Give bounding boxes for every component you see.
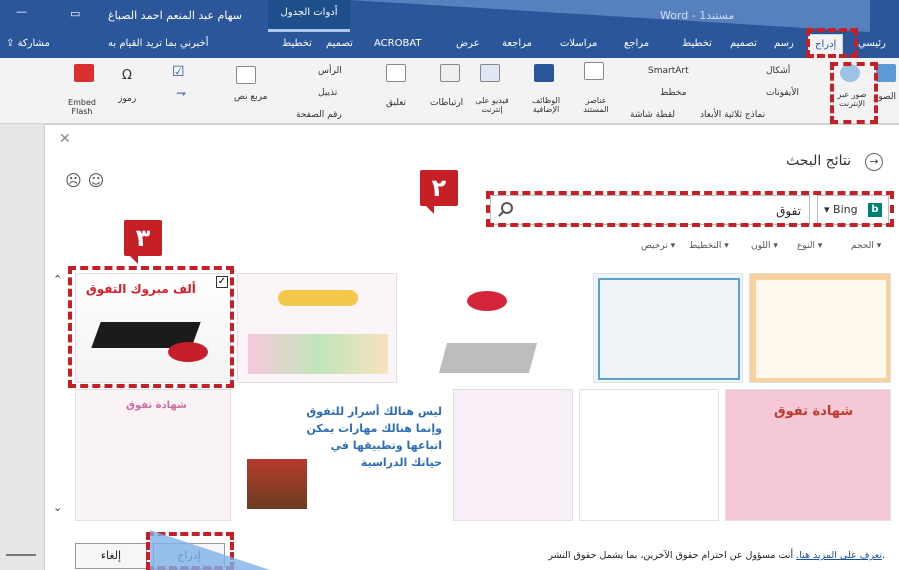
- cancel-button[interactable]: إلغاء: [75, 543, 147, 569]
- back-arrow-icon[interactable]: →: [865, 153, 883, 171]
- dialog-title: نتائج البحث: [786, 153, 851, 169]
- chart-button[interactable]: مخطط: [660, 88, 687, 98]
- header-button[interactable]: الرأس: [318, 66, 342, 76]
- filter-layout[interactable]: التخطيط ▾: [689, 241, 729, 251]
- ribbon: الصور صور عبر الإنترنت أشكال الأيقونات ن…: [0, 58, 899, 124]
- share-button[interactable]: ⇪ مشاركة: [6, 38, 50, 49]
- table-tools-label: أدوات الجدول: [268, 0, 350, 32]
- flowers-decoration: [248, 334, 388, 374]
- symbols-icon[interactable]: Ω: [122, 68, 132, 83]
- tab-table-layout[interactable]: تخطيط: [282, 38, 312, 49]
- tab-view[interactable]: عرض: [456, 38, 480, 49]
- document-elements-label: عناصر المستند: [583, 96, 609, 114]
- signature-icon[interactable]: ⇁: [176, 86, 186, 100]
- filter-license[interactable]: ترخيص ▾: [641, 241, 675, 251]
- result-thumbnail-certificate-lilac[interactable]: [453, 389, 573, 521]
- tab-review[interactable]: مراجعة: [502, 38, 532, 49]
- open-box: [438, 343, 538, 373]
- result-thumbnail-certificate-molecule[interactable]: شهادة تفوق: [75, 389, 231, 521]
- quick-parts-icon[interactable]: ☑: [172, 64, 185, 80]
- result-thumbnail-labels[interactable]: [579, 389, 719, 521]
- result-thumbnail-certificate-pink[interactable]: شهادة تفوق: [725, 389, 891, 521]
- result-thumbnail-certificate-floral[interactable]: [237, 273, 397, 383]
- tab-layout[interactable]: تخطيط: [682, 38, 712, 49]
- footer-button[interactable]: تذييل: [318, 88, 337, 98]
- shapes-button[interactable]: أشكال: [766, 66, 790, 76]
- pictures-icon[interactable]: [876, 64, 896, 82]
- user-name: سهام عبد المنعم احمد الصباغ: [108, 9, 242, 22]
- result-thumbnail-gift-box[interactable]: [403, 273, 587, 383]
- addins-label: الوظائف الإضافية: [531, 96, 561, 114]
- ribbon-tabs: رئيسي إدراج رسم تصميم تخطيط مراجع مراسلا…: [0, 32, 899, 58]
- ruler-marker: [6, 554, 36, 556]
- tab-table-design[interactable]: تصميم: [326, 38, 353, 49]
- online-video-icon[interactable]: [480, 64, 500, 82]
- share-icon: ⇪: [6, 38, 18, 49]
- text-box-label: مربع نص: [234, 92, 268, 102]
- document-area: [0, 124, 44, 570]
- tab-references[interactable]: مراجع: [624, 38, 649, 49]
- links-icon[interactable]: [440, 64, 460, 82]
- embed-flash-icon[interactable]: [74, 64, 94, 82]
- thumbnail-title: شهادة تفوق: [126, 400, 187, 411]
- addins-icon[interactable]: [534, 64, 554, 82]
- cartoon-border: [750, 274, 890, 382]
- banner-shape: [278, 290, 358, 306]
- tab-draw[interactable]: رسم: [774, 38, 794, 49]
- scroll-down-icon[interactable]: ⌄: [53, 501, 62, 514]
- result-thumbnail-books-quote[interactable]: ليس هنالك أسرار للتفوق وإنما هنالك مهارا…: [237, 389, 447, 521]
- decorative-wedge: [150, 530, 270, 570]
- tab-home[interactable]: رئيسي: [858, 38, 886, 49]
- close-icon[interactable]: ✕: [59, 131, 71, 147]
- tab-acrobat[interactable]: ACROBAT: [374, 38, 422, 49]
- symbols-label: رموز: [118, 94, 137, 104]
- copyright-notice: تعرف على المزيد هنا. أنت مسؤول عن احترام…: [548, 550, 885, 561]
- comment-icon[interactable]: [386, 64, 406, 82]
- result-thumbnail-certificate-cartoon[interactable]: [749, 273, 891, 383]
- restore-icon[interactable]: ▭: [70, 7, 80, 20]
- share-label: مشاركة: [17, 38, 50, 49]
- 3d-models-button[interactable]: نماذج ثلاثية الأبعاد: [700, 110, 765, 120]
- learn-more-link[interactable]: تعرف على المزيد هنا.: [796, 550, 882, 561]
- feedback-icons[interactable]: ☹☺: [65, 171, 110, 190]
- tell-me-box[interactable]: أخبرني بما تريد القيام به: [108, 38, 209, 49]
- filter-size[interactable]: الحجم ▾: [851, 241, 881, 251]
- thumbnail-title: شهادة تفوق: [774, 404, 854, 419]
- document-elements-icon[interactable]: [584, 62, 604, 80]
- icons-button[interactable]: الأيقونات: [766, 88, 799, 98]
- step-badge-select: ٣: [124, 220, 162, 264]
- online-pictures-highlight: [830, 62, 878, 124]
- comment-label: تعليق: [386, 98, 407, 108]
- embed-flash-label: Embed Flash: [68, 98, 96, 116]
- screenshot-button[interactable]: لقطة شاشة: [630, 110, 675, 120]
- tab-mailings[interactable]: مراسلات: [560, 38, 597, 49]
- gift-bow: [467, 291, 507, 311]
- word-window: Word - مستند1 سهام عبد المنعم احمد الصبا…: [0, 0, 899, 570]
- filter-color[interactable]: اللون ▾: [751, 241, 778, 251]
- step-badge-search: ٢: [420, 170, 458, 214]
- insert-tab-highlight: [806, 28, 858, 58]
- search-highlight: [486, 191, 894, 227]
- online-video-label: فيديو على إنترنت: [475, 96, 509, 114]
- certificate-frame: [598, 278, 740, 380]
- text-box-icon[interactable]: [236, 66, 256, 84]
- smartart-button[interactable]: SmartArt: [648, 66, 689, 76]
- minimize-icon[interactable]: —: [16, 5, 27, 18]
- selection-highlight: [68, 266, 234, 388]
- scroll-up-icon[interactable]: ⌃: [53, 273, 62, 286]
- filter-type[interactable]: النوع ▾: [797, 241, 822, 251]
- scrollbar[interactable]: ⌃ ⌄: [51, 273, 65, 521]
- page-number-button[interactable]: رقم الصفحة: [296, 110, 342, 120]
- result-thumbnail-certificate-blue[interactable]: [593, 273, 743, 383]
- tab-design[interactable]: تصميم: [730, 38, 757, 49]
- decorative-wedge: [350, 0, 870, 32]
- thumbnail-quote: ليس هنالك أسرار للتفوق وإنما هنالك مهارا…: [306, 405, 442, 469]
- links-label: ارتباطات: [430, 98, 464, 108]
- books-stack: [247, 459, 307, 509]
